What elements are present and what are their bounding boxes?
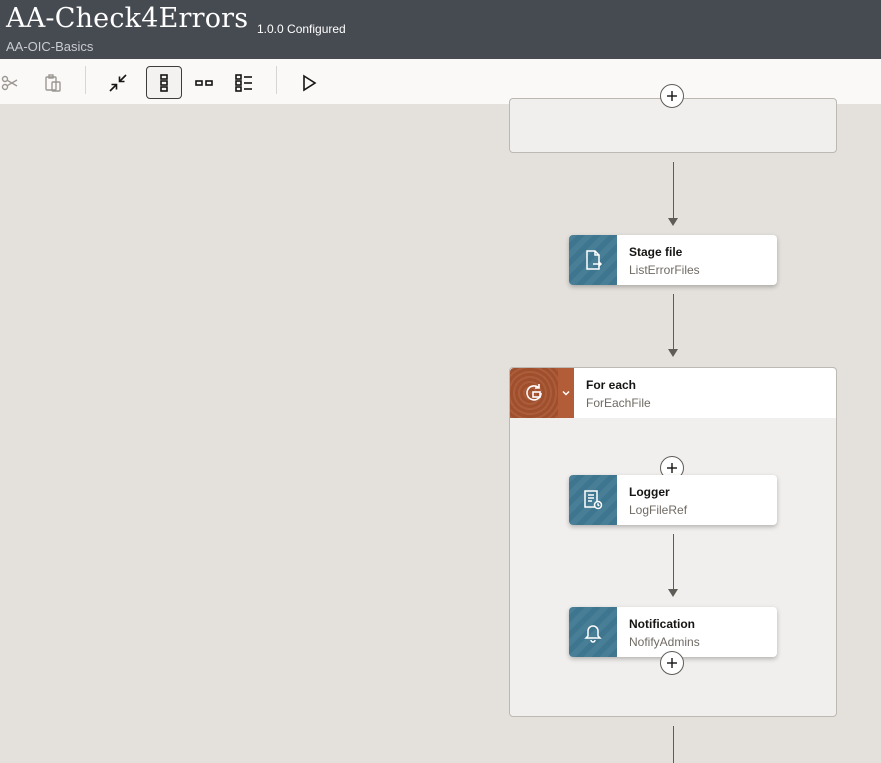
test-run-button[interactable] bbox=[291, 66, 327, 99]
toolbar-separator bbox=[85, 66, 86, 94]
pseudo-view-button[interactable] bbox=[226, 66, 262, 99]
cut-button[interactable] bbox=[0, 66, 28, 99]
toolbar-separator bbox=[276, 66, 277, 94]
collapse-icon bbox=[109, 73, 127, 92]
scissors-icon bbox=[1, 75, 18, 90]
plus-icon bbox=[667, 463, 677, 473]
paste-icon bbox=[45, 73, 61, 92]
plus-icon bbox=[667, 658, 677, 668]
stage-file-name: ListErrorFiles bbox=[629, 263, 700, 277]
notification-name: NofifyAdmins bbox=[629, 635, 700, 649]
paste-button[interactable] bbox=[35, 66, 71, 99]
add-action-button[interactable] bbox=[660, 84, 684, 108]
flow-connector bbox=[673, 294, 674, 350]
collapse-all-button[interactable] bbox=[100, 66, 136, 99]
logger-icon bbox=[584, 490, 603, 510]
stage-file-icon bbox=[586, 250, 603, 270]
bell-icon bbox=[584, 625, 602, 643]
chevron-down-icon bbox=[562, 390, 570, 396]
pseudo-view-icon bbox=[235, 73, 252, 92]
stage-file-action[interactable]: Stage file ListErrorFiles bbox=[569, 235, 777, 285]
for-each-name: ForEachFile bbox=[586, 396, 651, 410]
plus-icon bbox=[667, 91, 677, 101]
app-header: AA-Check4Errors 1.0.0 Configured AA-OIC-… bbox=[0, 0, 881, 59]
loop-icon bbox=[526, 384, 542, 401]
arrow-icon bbox=[668, 218, 678, 226]
integration-subtitle: AA-OIC-Basics bbox=[6, 39, 94, 54]
logger-name: LogFileRef bbox=[629, 503, 688, 517]
version-status: 1.0.0 Configured bbox=[257, 22, 346, 36]
logger-icon-tile bbox=[569, 475, 617, 525]
vertical-layout-icon bbox=[160, 73, 168, 92]
horizontal-layout-icon bbox=[195, 79, 213, 86]
arrow-icon bbox=[668, 349, 678, 357]
logger-title: Logger bbox=[629, 485, 670, 499]
logger-action[interactable]: Logger LogFileRef bbox=[569, 475, 777, 525]
vertical-layout-button[interactable] bbox=[146, 66, 182, 99]
integration-title: AA-Check4Errors bbox=[6, 3, 249, 34]
play-icon bbox=[303, 74, 317, 91]
add-action-button[interactable] bbox=[660, 651, 684, 675]
expand-toggle[interactable] bbox=[558, 368, 574, 418]
notification-action[interactable]: Notification NofifyAdmins bbox=[569, 607, 777, 657]
for-each-title: For each bbox=[586, 378, 637, 392]
arrow-icon bbox=[668, 589, 678, 597]
stage-file-icon-tile bbox=[569, 235, 617, 285]
horizontal-layout-button[interactable] bbox=[186, 66, 222, 99]
notification-icon-tile bbox=[569, 607, 617, 657]
integration-canvas[interactable]: Stage file ListErrorFiles For each ForEa… bbox=[0, 84, 881, 763]
for-each-icon-tile bbox=[510, 368, 558, 418]
stage-file-title: Stage file bbox=[629, 245, 683, 259]
for-each-header[interactable]: For each ForEachFile bbox=[510, 368, 836, 418]
flow-connector bbox=[673, 726, 674, 763]
flow-connector bbox=[673, 162, 674, 220]
flow-connector bbox=[673, 534, 674, 590]
notification-title: Notification bbox=[629, 617, 695, 631]
